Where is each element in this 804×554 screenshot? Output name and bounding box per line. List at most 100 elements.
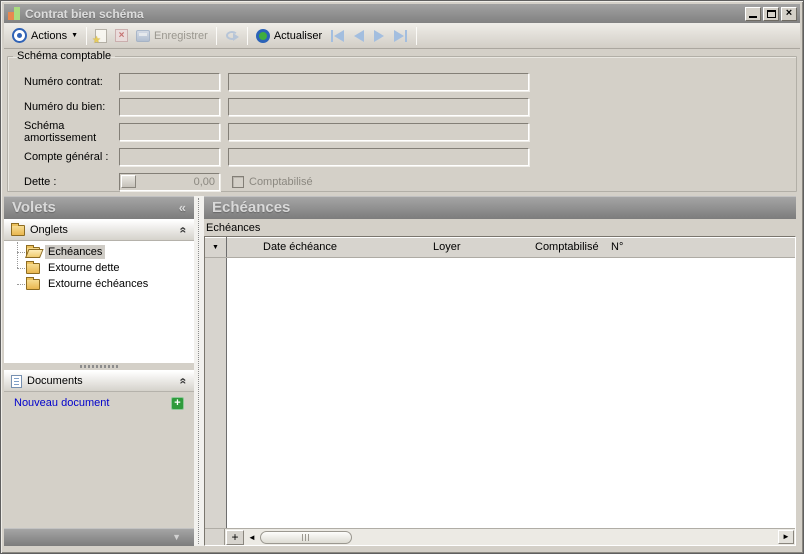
row-selector-column [205,258,227,528]
chevron-down-icon: ▼ [71,32,78,39]
tree-item-label: Extourne échéances [45,277,151,291]
form-row-schema-amortissement: Schéma amortissement [8,119,796,144]
maximize-button[interactable] [763,7,779,21]
open-folder-icon [26,247,40,258]
tree-item-echeances[interactable]: Echéances [10,244,194,260]
numero-bien-code-field[interactable] [119,98,220,116]
grid-scroll-row: + ◄ ► [205,528,795,545]
new-document-link[interactable]: Nouveau document [14,397,171,409]
document-icon [11,375,22,388]
folder-icon [26,263,40,274]
next-record-button[interactable] [369,26,389,46]
first-record-icon [331,30,333,42]
save-icon [136,30,150,42]
folder-icon [11,225,25,236]
documents-section-header[interactable]: Documents « [4,370,194,392]
onglets-section-header[interactable]: Onglets « [4,219,194,241]
actions-menu-button[interactable]: Actions ▼ [8,25,82,47]
next-record-icon [374,30,384,42]
field-label: Numéro contrat: [8,76,119,88]
actions-label: Actions [31,30,67,42]
column-header-date-echeance[interactable]: Date échéance [227,237,427,257]
volets-title: Volets [12,199,56,216]
collapsed-panel-bar[interactable]: ▼ [4,528,194,546]
collapse-panel-icon[interactable]: « [179,200,186,215]
scroll-left-icon[interactable]: ◄ [244,533,260,542]
panel-splitter-handle[interactable] [4,363,194,370]
collapse-section-icon[interactable]: « [177,227,191,234]
onglets-tree: Echéances Extourne dette Extourne échéan… [4,241,194,363]
first-record-icon [334,30,344,42]
numero-bien-name-field[interactable] [228,98,529,116]
volets-panel: Volets « Onglets « Echéances Extourne de… [4,196,194,546]
scroll-corner-stub [205,529,225,545]
echeances-grid: ▼ Date échéance Loyer Comptabilisé N° + … [204,236,796,546]
collapse-section-icon[interactable]: « [177,378,191,385]
column-header-comptabilise[interactable]: Comptabilisé [531,237,609,257]
comptabilise-checkbox[interactable] [232,176,244,188]
close-button[interactable]: × [781,7,797,21]
save-label: Enregistrer [154,30,208,42]
app-icon [7,6,21,21]
grid-body[interactable] [205,258,795,528]
schema-comptable-groupbox: Schéma comptable Numéro contrat: Numéro … [7,50,797,192]
column-header-loyer[interactable]: Loyer [427,237,531,257]
new-document-icon: ★ [95,29,107,43]
form-row-numero-bien: Numéro du bien: [8,94,796,119]
groupbox-legend: Schéma comptable [13,50,115,62]
actions-icon [12,28,27,43]
new-button[interactable]: ★ [91,25,111,47]
save-button[interactable]: Enregistrer [132,25,212,47]
volets-header: Volets « [4,196,194,219]
minimize-icon [749,16,757,18]
dette-value: 0,00 [136,176,218,188]
tree-item-extourne-dette[interactable]: Extourne dette [10,260,194,276]
schema-amortissement-name-field[interactable] [228,123,529,141]
delete-button[interactable]: × [111,25,132,47]
last-record-icon [394,30,404,42]
compte-general-code-field[interactable] [119,148,220,166]
grid-caption: Echéances [206,222,260,234]
vertical-splitter[interactable] [194,196,204,546]
compte-general-name-field[interactable] [228,148,529,166]
toolbar-separator [86,27,87,45]
grid-caption-row: Echéances [204,219,796,236]
panel-filler [4,414,194,528]
tree-item-extourne-echeances[interactable]: Extourne échéances [10,276,194,292]
refresh-label: Actualiser [274,30,322,42]
numero-contrat-name-field[interactable] [228,73,529,91]
refresh-icon [256,29,270,43]
close-icon: × [786,8,792,19]
last-record-button[interactable] [389,26,412,46]
dette-lookup-button[interactable] [121,175,136,188]
splitter-grip-icon [80,365,118,368]
column-header-numero[interactable]: N° [609,237,795,257]
last-record-icon [405,30,407,42]
tree-item-label: Extourne dette [45,261,123,275]
app-window: Contrat bien schéma × Actions ▼ ★ × Enre… [0,0,804,554]
previous-record-button[interactable] [349,26,369,46]
schema-amortissement-code-field[interactable] [119,123,220,141]
window-title: Contrat bien schéma [25,7,743,21]
echeances-header: Echéances [204,196,796,219]
comptabilise-checkbox-group: Comptabilisé [232,176,313,188]
add-row-button[interactable]: + [226,530,244,545]
sync-button[interactable] [221,25,243,47]
refresh-button[interactable]: Actualiser [252,25,326,47]
hscrollbar-thumb[interactable] [260,531,352,544]
field-label: Numéro du bien: [8,101,119,113]
grid-filter-button[interactable]: ▼ [205,237,227,257]
documents-label: Documents [27,375,175,387]
first-record-button[interactable] [326,26,349,46]
filter-dropdown-icon: ▼ [212,244,219,251]
scroll-right-button[interactable]: ► [778,530,794,544]
folder-icon [26,279,40,290]
dette-amount-field[interactable]: 0,00 [119,173,220,191]
sync-icon [225,29,239,42]
echeances-panel: Echéances Echéances ▼ Date échéance Loye… [204,196,796,546]
field-label: Dette : [8,176,119,188]
onglets-label: Onglets [30,224,175,236]
add-document-button[interactable]: + [171,397,184,410]
minimize-button[interactable] [745,7,761,21]
numero-contrat-code-field[interactable] [119,73,220,91]
